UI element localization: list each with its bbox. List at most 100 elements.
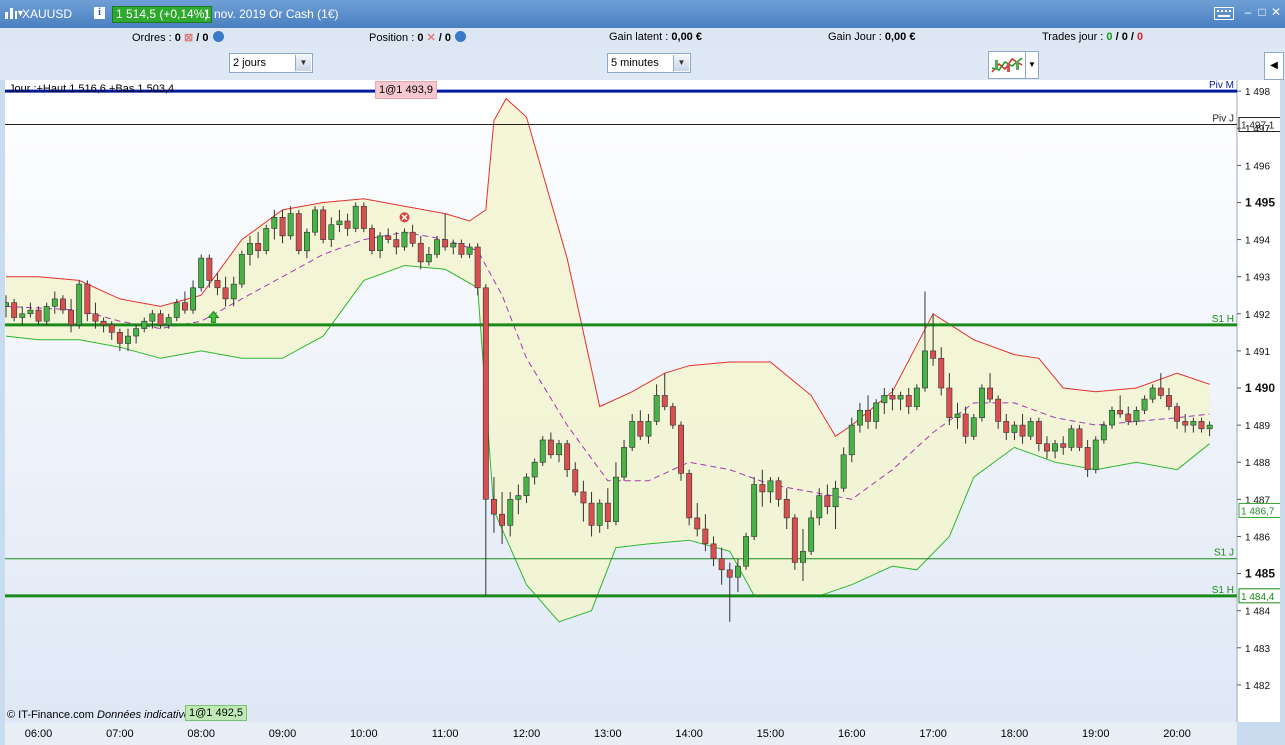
candle-body	[653, 395, 660, 422]
candle-body	[669, 406, 676, 426]
gain-latent-value: 0,00 €	[671, 31, 702, 43]
candle-body	[856, 409, 863, 426]
position-settings-icon[interactable]	[455, 31, 467, 42]
position-summary: Position : 0 ✕ / 0	[369, 31, 467, 44]
candle-body	[686, 473, 693, 519]
minimize-button[interactable]: –	[1242, 6, 1254, 18]
close-position-icon[interactable]: ✕	[427, 32, 436, 44]
order-tag[interactable]: 1@1 493,9	[375, 81, 437, 99]
price-badge: 1 514,5 (+0,14%)	[112, 6, 213, 23]
trades-sep1: /	[1115, 31, 1119, 43]
candle-body	[694, 517, 701, 530]
candle-body	[596, 502, 603, 526]
x-tick-label: 08:00	[187, 728, 215, 740]
candle	[686, 469, 693, 526]
candle-body	[1011, 424, 1018, 433]
candle-body	[507, 498, 514, 526]
trades-jour: Trades jour : 0 / 0 / 0	[1042, 31, 1143, 43]
candle-body	[1100, 424, 1107, 441]
account-toolbar: Ordres : 0 ⊠ / 0 Position : 0 ✕ / 0 Gain…	[0, 28, 1285, 48]
candle-body	[393, 239, 400, 248]
keyboard-icon[interactable]	[1214, 7, 1234, 23]
candle-body	[1133, 409, 1140, 422]
candle-body	[401, 231, 408, 248]
candle-body	[1019, 424, 1026, 437]
candle	[791, 514, 798, 570]
candle-body	[238, 254, 245, 285]
candle	[238, 250, 245, 288]
info-icon[interactable]: i	[94, 7, 105, 19]
y-tick-label: 1 492	[1245, 310, 1270, 321]
candle	[978, 384, 985, 422]
x-tick-label: 11:00	[431, 728, 459, 740]
position-value2: / 0	[438, 32, 452, 44]
interval-select[interactable]: 5 minutes ▼	[607, 53, 691, 73]
y-tick-label: 1 498	[1245, 87, 1270, 98]
chevron-down-icon[interactable]: ▼	[673, 55, 689, 71]
chevron-down-icon[interactable]: ▼	[295, 55, 311, 71]
candle-body	[149, 313, 156, 322]
candle-body	[1141, 398, 1148, 411]
candle-body	[629, 421, 636, 448]
candle-body	[328, 224, 335, 240]
entry-tag[interactable]: 1@1 492,5	[185, 705, 247, 721]
candle-body	[645, 421, 652, 437]
candle-body	[230, 283, 237, 300]
candle-body	[499, 513, 505, 526]
right-border	[1280, 80, 1285, 745]
candle-body	[173, 302, 180, 318]
pivot-level-label: Piv J	[1212, 114, 1234, 125]
chart-type-dropdown-icon[interactable]: ▼	[1025, 51, 1039, 79]
candle-body	[92, 313, 99, 322]
candle-body	[133, 328, 140, 337]
candle	[295, 209, 302, 255]
candle-body	[743, 536, 750, 567]
candle-body	[1206, 424, 1213, 430]
maximize-button[interactable]: □	[1256, 6, 1268, 18]
candle-body	[165, 317, 172, 326]
candle-body	[377, 235, 383, 251]
x-axis: 06:00 07:00 08:00 09:00 10:00 11:00 12:00 13:00…	[5, 722, 1237, 745]
symbol-label[interactable]: XAUUSD	[22, 7, 72, 21]
candle-body	[360, 205, 367, 229]
candle-body	[409, 231, 416, 244]
orders-label: Ordres :	[132, 32, 172, 44]
candle-body	[1117, 409, 1124, 415]
candle-body	[547, 439, 554, 456]
gain-jour: Gain Jour : 0,00 €	[828, 31, 915, 43]
pivot-level-label: S1 H	[1212, 314, 1234, 325]
candle-body	[116, 332, 123, 344]
orders-settings-icon[interactable]	[212, 31, 224, 42]
y-tick-label: 1 488	[1245, 458, 1270, 469]
candle-body	[417, 243, 424, 263]
price-chart[interactable]: Piv MPiv J1 497,1S1 HS1 JS1 H1 484,4 1 4…	[5, 80, 1285, 722]
cancel-orders-icon[interactable]: ⊠	[184, 32, 193, 44]
candle-body	[995, 398, 1002, 422]
candle-body	[718, 558, 725, 571]
candle-body	[303, 231, 310, 252]
chart-type-button[interactable]	[988, 51, 1026, 79]
trades-lost: 0	[1137, 31, 1144, 43]
gain-jour-value: 0,00 €	[884, 31, 916, 43]
y-tick-label: 1 496	[1245, 161, 1270, 172]
y-tick-label: 1 483	[1245, 644, 1270, 655]
candle-body	[816, 495, 823, 519]
side-panel-toggle-button[interactable]: ◀	[1264, 52, 1284, 80]
x-tick-label: 20:00	[1163, 728, 1191, 740]
candle-body	[564, 443, 571, 471]
candle-body	[759, 484, 766, 493]
candle-body	[1198, 421, 1205, 430]
period-select[interactable]: 2 jours ▼	[229, 53, 313, 73]
candle-body	[840, 454, 847, 489]
candle-body	[873, 402, 880, 422]
candle-body	[458, 243, 465, 255]
close-button[interactable]: ✕	[1270, 6, 1282, 18]
candle-body	[1035, 421, 1042, 444]
candle	[474, 243, 481, 296]
candle-body	[255, 243, 262, 252]
candle-body	[474, 246, 481, 289]
candle-body	[661, 395, 668, 407]
candle-body	[1190, 421, 1197, 426]
candle-body	[637, 421, 644, 437]
candle-body	[865, 409, 872, 422]
